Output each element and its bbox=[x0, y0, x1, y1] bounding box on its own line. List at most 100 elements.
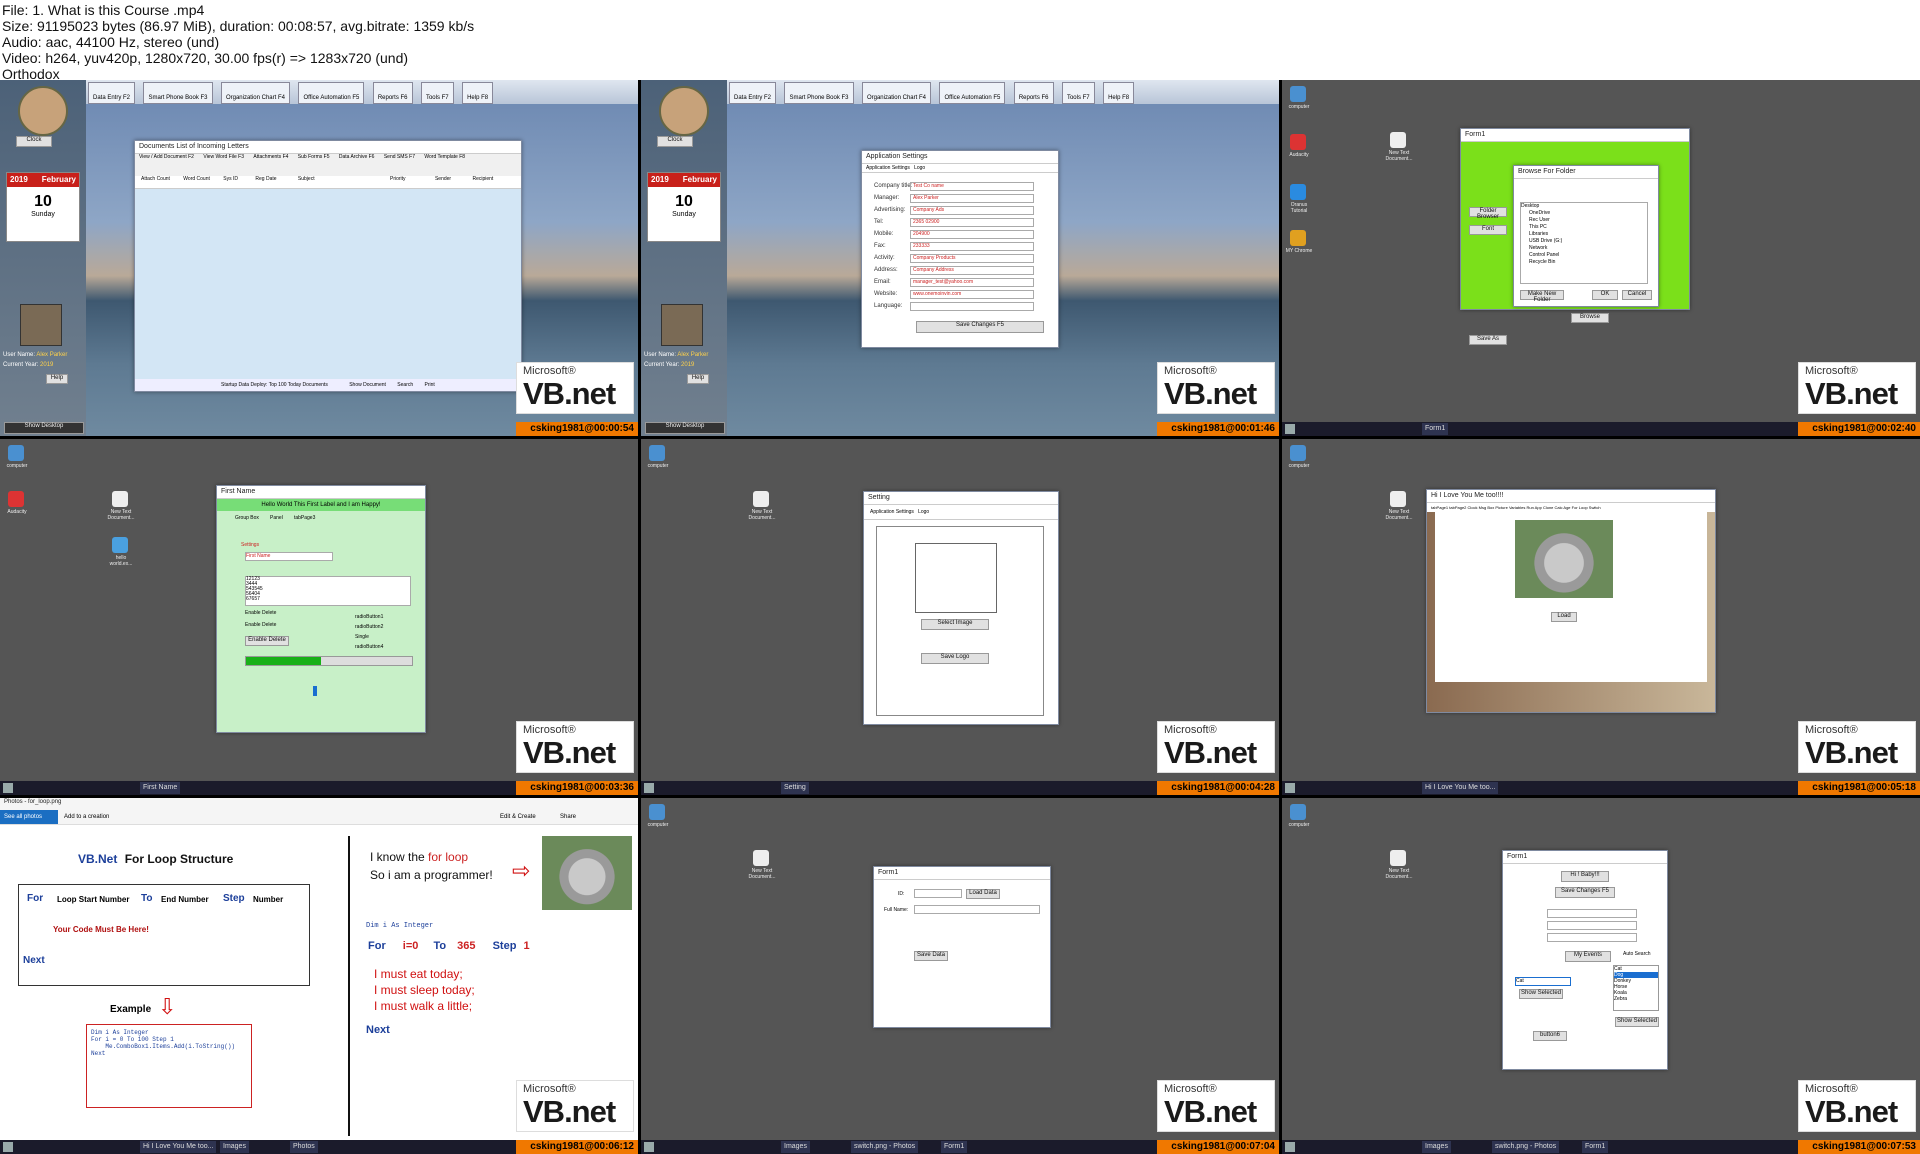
tab-for-loop[interactable]: For Loop bbox=[1572, 505, 1588, 510]
tab-logo[interactable]: Logo bbox=[918, 509, 929, 515]
text-document-icon[interactable] bbox=[1390, 850, 1406, 866]
col-regdate[interactable]: Reg Date bbox=[255, 176, 276, 182]
text-document-icon[interactable] bbox=[753, 850, 769, 866]
share-button[interactable]: Share bbox=[560, 814, 576, 820]
full-name-input[interactable] bbox=[914, 905, 1040, 914]
tree-recycle-bin[interactable]: Recycle Bin bbox=[1521, 259, 1647, 266]
toolbar-reports[interactable]: Reports F6 bbox=[1013, 82, 1054, 104]
tab-group-box[interactable]: Group Box bbox=[235, 515, 259, 521]
doc-btn-word[interactable]: View Word File F3 bbox=[203, 154, 244, 160]
help-icon[interactable] bbox=[1290, 184, 1306, 200]
tab-panel[interactable]: Panel bbox=[270, 515, 283, 521]
tree-desktop[interactable]: Desktop bbox=[1521, 203, 1647, 210]
radio-button-1[interactable]: radioButton1 bbox=[355, 612, 383, 622]
windows-start-icon[interactable] bbox=[1285, 424, 1295, 434]
radio-button-2[interactable]: radioButton2 bbox=[355, 622, 383, 632]
show-desktop-button[interactable]: Show Desktop bbox=[645, 422, 725, 434]
enable-delete-checkbox[interactable]: Enable Delete bbox=[245, 610, 276, 616]
hi-baby-button[interactable]: Hi ! Baby!!! bbox=[1561, 871, 1609, 882]
help-button[interactable]: Help bbox=[687, 374, 709, 384]
load-data-button[interactable]: Load Data bbox=[966, 889, 1000, 899]
windows-start-icon[interactable] bbox=[1285, 1142, 1295, 1152]
clock-button[interactable]: Clock bbox=[16, 136, 52, 147]
tree-this-pc[interactable]: This PC bbox=[1521, 224, 1647, 231]
hello-world-icon[interactable] bbox=[112, 537, 128, 553]
clock-button[interactable]: Clock bbox=[657, 136, 693, 147]
taskbar-item-setting[interactable]: Setting bbox=[781, 782, 809, 794]
thumbnail-3[interactable]: computer Audacity Oranus Tutorial MY Chr… bbox=[1282, 80, 1920, 436]
make-new-folder-button[interactable]: Make New Folder bbox=[1520, 290, 1564, 303]
show-desktop-button[interactable]: Show Desktop bbox=[4, 422, 84, 434]
tab-logo[interactable]: Logo bbox=[914, 165, 925, 171]
field-input[interactable]: Company Ads bbox=[910, 206, 1034, 215]
chrome-icon[interactable] bbox=[1290, 230, 1306, 246]
audacity-icon[interactable] bbox=[1290, 134, 1306, 150]
animal-listbox[interactable]: Cat Dog Donkey Horse Koala Zebra bbox=[1613, 965, 1659, 1011]
col-subject[interactable]: Subject bbox=[298, 176, 315, 182]
toolbar-phone-book[interactable]: Smart Phone Book F3 bbox=[784, 82, 854, 104]
thumbnail-9[interactable]: computer New Text Document... Form1 Hi !… bbox=[1282, 798, 1920, 1154]
computer-icon[interactable] bbox=[649, 804, 665, 820]
field-input[interactable]: Company Address bbox=[910, 266, 1034, 275]
text-input-3[interactable] bbox=[1547, 933, 1637, 942]
field-input[interactable]: Test Co name bbox=[910, 182, 1034, 191]
my-events-button[interactable]: My Events bbox=[1565, 951, 1611, 962]
audacity-icon[interactable] bbox=[8, 491, 24, 507]
id-input[interactable] bbox=[914, 889, 962, 898]
tree-usb[interactable]: USB Drive (G:) bbox=[1521, 238, 1647, 245]
tab-app-settings[interactable]: Application Settings bbox=[866, 165, 910, 171]
thumbnail-2[interactable]: Clock 2019 February 10 Sunday User Name:… bbox=[641, 80, 1279, 436]
tab-calc-age[interactable]: Calc Age bbox=[1555, 505, 1571, 510]
tab-clone[interactable]: Clone bbox=[1543, 505, 1553, 510]
tab-run-app[interactable]: Run App bbox=[1526, 505, 1541, 510]
taskbar-item-first-name[interactable]: First Name bbox=[140, 782, 181, 794]
enable-delete-checkbox-2[interactable]: Enable Delete bbox=[245, 622, 276, 628]
tree-rec-user[interactable]: Rec User bbox=[1521, 217, 1647, 224]
windows-start-icon[interactable] bbox=[644, 1142, 654, 1152]
save-logo-button[interactable]: Save Logo bbox=[921, 653, 989, 664]
browse-button[interactable]: Browse bbox=[1571, 313, 1609, 323]
tab-msg-box[interactable]: Msg Box bbox=[1479, 505, 1495, 510]
taskbar-item-photos[interactable]: switch.png - Photos bbox=[1492, 1141, 1560, 1153]
text-document-icon[interactable] bbox=[1390, 491, 1406, 507]
load-button[interactable]: Load bbox=[1551, 612, 1577, 622]
thumbnail-7[interactable]: Photos - for_loop.png See all photos Add… bbox=[0, 798, 638, 1154]
folder-browser-button[interactable]: Folder Browser bbox=[1469, 207, 1507, 220]
tab-clock[interactable]: Clock bbox=[1468, 505, 1478, 510]
tree-control-panel[interactable]: Control Panel bbox=[1521, 252, 1647, 259]
col-recipient[interactable]: Recipient bbox=[472, 176, 493, 182]
text-document-icon[interactable] bbox=[1390, 132, 1406, 148]
ok-button[interactable]: OK bbox=[1592, 290, 1618, 300]
toolbar-office-automation[interactable]: Office Automation F5 bbox=[298, 82, 365, 104]
col-sender[interactable]: Sender bbox=[435, 176, 451, 182]
animal-combobox[interactable]: Cat bbox=[1515, 977, 1571, 986]
field-input[interactable]: 233333 bbox=[910, 242, 1034, 251]
taskbar-item-photos[interactable]: switch.png - Photos bbox=[851, 1141, 919, 1153]
doc-btn-sms[interactable]: Send SMS F7 bbox=[384, 154, 415, 160]
toolbar-org-chart[interactable]: Organization Chart F4 bbox=[220, 82, 290, 104]
print-button[interactable]: Print bbox=[425, 382, 435, 388]
tree-libraries[interactable]: Libraries bbox=[1521, 231, 1647, 238]
toolbar-phone-book[interactable]: Smart Phone Book F3 bbox=[143, 82, 213, 104]
language-select[interactable] bbox=[910, 302, 1034, 311]
enable-delete-button[interactable]: Enable Delete bbox=[245, 636, 289, 646]
col-priority[interactable]: Priority bbox=[390, 176, 406, 182]
add-to-creation-button[interactable]: Add to a creation bbox=[64, 814, 109, 820]
thumbnail-1[interactable]: Clock 2019 February 10 Sunday User Name:… bbox=[0, 80, 638, 436]
tab-switch[interactable]: Switch bbox=[1589, 505, 1601, 510]
startup-deploy-select[interactable]: Startup Data Deploy: Top 100 Today Docum… bbox=[221, 382, 328, 388]
radio-button-4[interactable]: radioButton4 bbox=[355, 642, 383, 652]
taskbar-item-images[interactable]: Images bbox=[220, 1141, 249, 1153]
computer-icon[interactable] bbox=[1290, 86, 1306, 102]
field-input[interactable]: manager_test@yahoo.com bbox=[910, 278, 1034, 287]
tab-page3[interactable]: tabPage3 bbox=[294, 515, 315, 521]
list-item[interactable]: Zebra bbox=[1614, 996, 1658, 1002]
font-button[interactable]: Font bbox=[1469, 225, 1507, 235]
col-attach[interactable]: Attach Count bbox=[141, 176, 170, 182]
toolbar-data-entry[interactable]: Data Entry F2 bbox=[729, 82, 777, 104]
help-button[interactable]: Help bbox=[46, 374, 68, 384]
toolbar-reports[interactable]: Reports F6 bbox=[372, 82, 413, 104]
windows-start-icon[interactable] bbox=[1285, 783, 1295, 793]
thumbnail-8[interactable]: computer New Text Document... Form1 ID: … bbox=[641, 798, 1279, 1154]
doc-btn-archive[interactable]: Data Archive F6 bbox=[339, 154, 375, 160]
